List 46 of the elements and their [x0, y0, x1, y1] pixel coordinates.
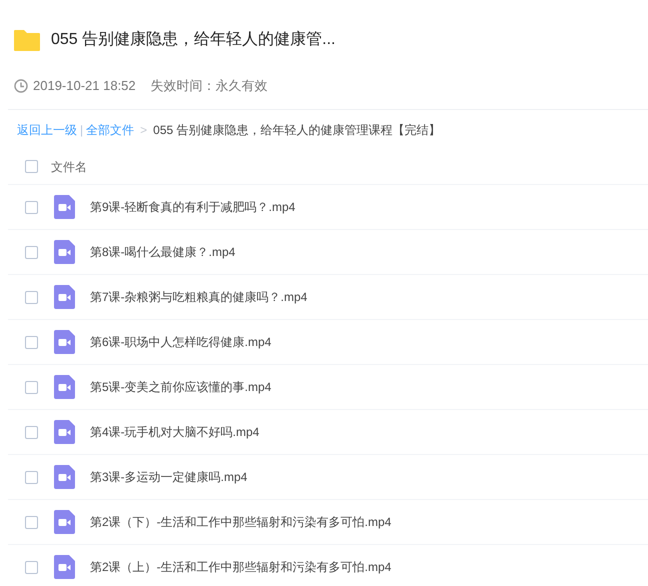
video-file-icon: [54, 465, 75, 489]
file-row[interactable]: 第3课-多运动一定健康吗.mp4: [8, 455, 648, 500]
file-row[interactable]: 第2课（上）-生活和工作中那些辐射和污染有多可怕.mp4: [8, 545, 648, 586]
video-file-icon: [54, 375, 75, 399]
file-row[interactable]: 第7课-杂粮粥与吃粗粮真的健康吗？.mp4: [8, 275, 648, 320]
file-row[interactable]: 第4课-玩手机对大脑不好吗.mp4: [8, 410, 648, 455]
file-row[interactable]: 第2课（下）-生活和工作中那些辐射和污染有多可怕.mp4: [8, 500, 648, 545]
file-name: 第3课-多运动一定健康吗.mp4: [90, 469, 248, 486]
column-header: 文件名: [51, 158, 87, 176]
video-file-icon: [54, 510, 75, 534]
breadcrumb-arrow: >: [140, 122, 148, 139]
file-name: 第9课-轻断食真的有利于减肥吗？.mp4: [90, 199, 296, 216]
date-text: 2019-10-21 18:52: [33, 77, 136, 96]
row-checkbox[interactable]: [25, 516, 38, 528]
video-file-icon: [54, 195, 75, 219]
folder-icon: [14, 30, 40, 50]
file-name: 第8课-喝什么最健康？.mp4: [90, 244, 236, 261]
row-checkbox[interactable]: [25, 426, 38, 438]
file-row[interactable]: 第8课-喝什么最健康？.mp4: [8, 230, 648, 275]
row-checkbox[interactable]: [25, 336, 38, 348]
file-name: 第2课（下）-生活和工作中那些辐射和污染有多可怕.mp4: [90, 514, 392, 531]
folder-title: 055 告别健康隐患，给年轻人的健康管...: [51, 30, 336, 50]
video-file-icon: [54, 285, 75, 309]
clock-icon: [14, 79, 28, 93]
file-name: 第5课-变美之前你应该懂的事.mp4: [90, 379, 272, 396]
separator: |: [80, 122, 84, 139]
file-name: 第6课-职场中人怎样吃得健康.mp4: [90, 334, 272, 351]
file-row[interactable]: 第5课-变美之前你应该懂的事.mp4: [8, 365, 648, 410]
file-name: 第2课（上）-生活和工作中那些辐射和污染有多可怕.mp4: [90, 559, 392, 576]
video-file-icon: [54, 420, 75, 444]
row-checkbox[interactable]: [25, 470, 38, 484]
row-checkbox[interactable]: [25, 290, 38, 304]
file-row[interactable]: 第9课-轻断食真的有利于减肥吗？.mp4: [8, 185, 648, 230]
expiry-text: 失效时间：永久有效: [150, 77, 268, 96]
file-name: 第4课-玩手机对大脑不好吗.mp4: [90, 424, 260, 441]
current-folder: 055 告别健康隐患，给年轻人的健康管理课程【完结】: [153, 122, 440, 139]
row-checkbox[interactable]: [25, 200, 38, 214]
row-checkbox[interactable]: [25, 560, 38, 574]
row-checkbox[interactable]: [25, 246, 38, 258]
select-all-checkbox[interactable]: [25, 160, 38, 173]
file-row[interactable]: 第6课-职场中人怎样吃得健康.mp4: [8, 320, 648, 365]
video-file-icon: [54, 555, 75, 579]
file-name: 第7课-杂粮粥与吃粗粮真的健康吗？.mp4: [90, 289, 308, 306]
video-file-icon: [54, 330, 75, 354]
video-file-icon: [54, 240, 75, 264]
row-checkbox[interactable]: [25, 380, 38, 394]
